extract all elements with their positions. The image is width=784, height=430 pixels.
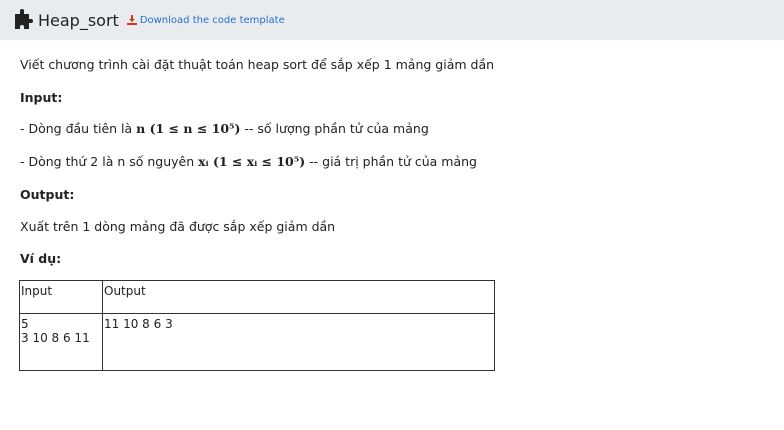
output-heading: Output:: [20, 187, 75, 202]
page-title: Heap_sort: [38, 10, 119, 30]
example-output: 11 10 8 6 3: [102, 313, 495, 371]
input-line-1: - Dòng đầu tiên là n (1 ≤ n ≤ 10⁵) -- số…: [20, 121, 429, 136]
example-input: 53 10 8 6 11: [19, 313, 103, 371]
header-output: Output: [102, 280, 495, 314]
table-row: 53 10 8 6 11 11 10 8 6 3: [19, 313, 495, 371]
download-icon: [126, 15, 137, 25]
header: Heap_sort Download the code template: [0, 0, 784, 40]
download-template-link[interactable]: Download the code template: [126, 15, 285, 26]
output-description: Xuất trên 1 dòng mảng đã được sắp xếp gi…: [20, 219, 336, 234]
input-line-2: - Dòng thứ 2 là n số nguyên xᵢ (1 ≤ xᵢ ≤…: [20, 154, 477, 169]
example-table: Input Output 53 10 8 6 11 11 10 8 6 3: [19, 280, 495, 371]
puzzle-icon: [15, 9, 33, 29]
header-input: Input: [19, 280, 103, 314]
example-heading: Ví dụ:: [20, 251, 62, 266]
input-heading: Input:: [20, 90, 63, 105]
description: Viết chương trình cài đặt thuật toán hea…: [20, 57, 495, 72]
